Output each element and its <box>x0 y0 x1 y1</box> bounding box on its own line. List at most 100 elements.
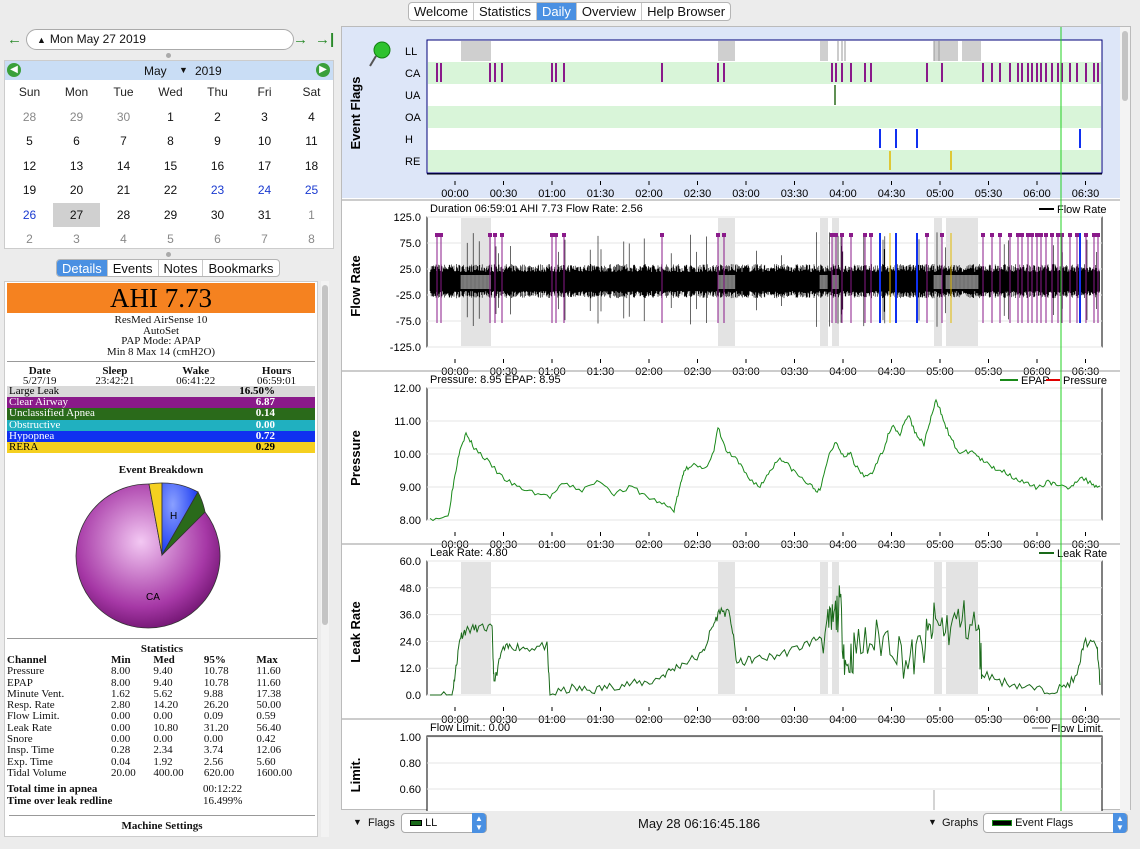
calendar-day[interactable]: 19 <box>6 178 53 203</box>
graphs-dropdown-icon[interactable]: ▼ <box>928 817 937 827</box>
graphs-scroll-thumb[interactable] <box>1122 31 1128 101</box>
calendar-day[interactable]: 12 <box>6 154 53 179</box>
tab-help-browser[interactable]: Help Browser <box>642 3 730 20</box>
calendar-day[interactable]: 30 <box>100 105 147 130</box>
calendar-day[interactable]: 6 <box>194 227 241 252</box>
calendar-month[interactable]: May <box>144 64 167 78</box>
tab-statistics[interactable]: Statistics <box>474 3 537 20</box>
calendar-day[interactable]: 7 <box>241 227 288 252</box>
calendar-day[interactable]: 21 <box>100 178 147 203</box>
pie-title: Event Breakdown <box>118 464 204 477</box>
splitter-handle[interactable] <box>166 53 171 58</box>
calendar-day[interactable]: 3 <box>241 105 288 130</box>
calendar-day[interactable]: 3 <box>53 227 100 252</box>
scroll-thumb[interactable] <box>322 285 328 625</box>
weekday-tue: Tue <box>113 85 134 99</box>
flags-dropdown-icon[interactable]: ▼ <box>353 817 362 827</box>
flow-ca-flag <box>834 233 838 237</box>
graphs-select[interactable]: Event Flags ▲ ▼ <box>983 813 1128 833</box>
date-picker[interactable]: ▲ Mon May 27 2019 <box>26 29 294 50</box>
y-tick-label: 0.60 <box>400 784 421 796</box>
y-tick-label: 0.0 <box>406 690 421 702</box>
weekday-thu: Thu <box>207 85 228 99</box>
calendar-day[interactable]: 30 <box>194 203 241 228</box>
calendar-day[interactable]: 13 <box>53 154 100 179</box>
pressure-legend-pressure: Pressure <box>1063 375 1107 387</box>
calendar-day[interactable]: 9 <box>194 129 241 154</box>
next-day-arrow-icon[interactable]: → <box>293 31 308 48</box>
flow-ca-flag <box>1092 233 1096 237</box>
splitter-handle[interactable] <box>166 252 171 257</box>
flow-ca-flag <box>990 233 994 237</box>
event-row-band <box>428 106 1101 128</box>
weekday-sun: Sun <box>18 85 41 99</box>
x-tick-label: 01:00 <box>538 539 566 551</box>
calendar-day[interactable]: 8 <box>147 129 194 154</box>
flow-ca-flag <box>493 233 497 237</box>
leak-plot-area <box>426 560 1103 696</box>
calendar-day[interactable]: 16 <box>194 154 241 179</box>
calendar: ◀ May ▼ 2019 ▶ Sun Mon Tue Wed Thu Fri Sat 28 29… <box>4 60 334 249</box>
calendar-day[interactable]: 29 <box>147 203 194 228</box>
calendar-day[interactable]: 24 <box>241 178 288 203</box>
flags-select[interactable]: LL ▲ ▼ <box>401 813 487 833</box>
calendar-day[interactable]: 2 <box>6 227 53 252</box>
weekday-sat: Sat <box>302 85 321 99</box>
calendar-day[interactable]: 1 <box>288 203 335 228</box>
calendar-day[interactable]: 20 <box>53 178 100 203</box>
calendar-day[interactable]: 25 <box>288 178 335 203</box>
y-tick-label: 12.00 <box>393 383 421 395</box>
tab-details[interactable]: Details <box>57 260 108 276</box>
flow-ca-flag <box>1030 233 1034 237</box>
apnea-label: Total time in apnea <box>7 783 98 796</box>
prev-month-icon[interactable]: ◀ <box>7 63 21 77</box>
calendar-day[interactable]: 26 <box>6 203 53 228</box>
graphs-scrollbar[interactable] <box>1120 27 1130 811</box>
calendar-day[interactable]: 15 <box>147 154 194 179</box>
event-index-list: Large Leak 16.50% Clear Airway 6.87 Unclassi… <box>5 386 317 454</box>
calendar-day[interactable]: 5 <box>6 129 53 154</box>
calendar-day[interactable]: 23 <box>194 178 241 203</box>
calendar-day[interactable]: 31 <box>241 203 288 228</box>
calendar-day[interactable]: 1 <box>147 105 194 130</box>
calendar-day[interactable]: 27 <box>53 202 100 227</box>
calendar-day[interactable]: 22 <box>147 178 194 203</box>
calendar-day[interactable]: 10 <box>241 129 288 154</box>
tab-daily[interactable]: Daily <box>536 3 577 20</box>
calendar-day[interactable]: 28 <box>6 105 53 130</box>
calendar-day[interactable]: 4 <box>100 227 147 252</box>
calendar-day[interactable]: 14 <box>100 154 147 179</box>
calendar-day[interactable]: 6 <box>53 129 100 154</box>
month-dropdown-icon[interactable]: ▼ <box>179 65 188 75</box>
calendar-day[interactable]: 4 <box>288 105 335 130</box>
tab-events[interactable]: Events <box>108 260 159 276</box>
pie-label-h: H <box>170 511 177 522</box>
calendar-day[interactable]: 7 <box>100 129 147 154</box>
flow-ca-flag <box>1044 233 1048 237</box>
calendar-day[interactable]: 8 <box>288 227 335 252</box>
x-tick-label: 01:30 <box>587 188 615 200</box>
last-day-arrow-icon[interactable]: →| <box>315 31 334 48</box>
tab-notes[interactable]: Notes <box>159 260 204 276</box>
tab-welcome[interactable]: Welcome <box>409 3 474 20</box>
tab-overview[interactable]: Overview <box>577 3 643 20</box>
calendar-year[interactable]: 2019 <box>195 64 222 78</box>
details-scrollbar[interactable] <box>321 281 329 837</box>
calendar-day[interactable]: 5 <box>147 227 194 252</box>
machine-info: ResMed AirSense 10 AutoSet PAP Mode: APA… <box>5 315 317 357</box>
calendar-day[interactable]: 18 <box>288 154 335 179</box>
x-tick-label: 02:00 <box>635 714 663 726</box>
calendar-day[interactable]: 11 <box>288 129 335 154</box>
next-month-icon[interactable]: ▶ <box>316 63 330 77</box>
flow-ca-flag <box>435 233 439 237</box>
tab-bookmarks[interactable]: Bookmarks <box>203 260 278 276</box>
calendar-day[interactable]: 29 <box>53 105 100 130</box>
calendar-day[interactable]: 28 <box>100 203 147 228</box>
prev-day-arrow-icon[interactable]: ← <box>7 31 22 48</box>
calendar-day[interactable]: 17 <box>241 154 288 179</box>
calendar-day[interactable]: 2 <box>194 105 241 130</box>
event-row[interactable]: RERA 0.29 <box>7 441 315 454</box>
event-row[interactable]: Unclassified Apnea 0.14 <box>7 408 315 420</box>
x-tick-label: 04:30 <box>878 539 906 551</box>
x-tick-label: 05:30 <box>975 539 1003 551</box>
